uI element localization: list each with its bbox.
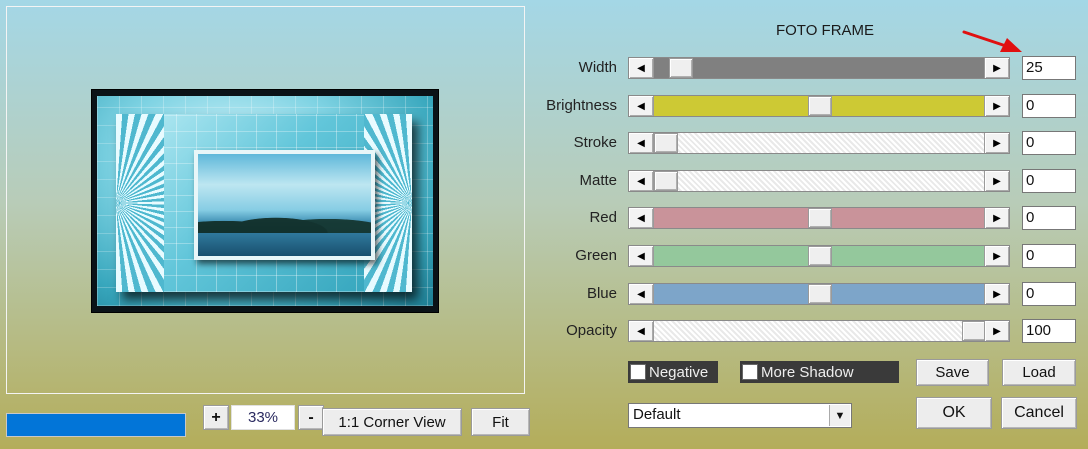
width-value-input[interactable]: 25 — [1022, 56, 1076, 80]
preset-selected-value: Default — [633, 406, 681, 423]
arrow-left-icon[interactable]: ◀ — [629, 246, 654, 266]
green-label: Green — [575, 247, 617, 264]
green-slider[interactable]: ◀ ▶ — [628, 245, 1010, 267]
arrow-left-icon[interactable]: ◀ — [629, 96, 654, 116]
more-shadow-label: More Shadow — [761, 363, 854, 381]
stroke-slider-thumb[interactable] — [654, 133, 678, 153]
red-slider-thumb[interactable] — [808, 208, 832, 228]
checkbox-box[interactable] — [742, 364, 758, 380]
stroke-value-input[interactable]: 0 — [1022, 131, 1076, 155]
zoom-out-button[interactable]: - — [298, 405, 324, 430]
cancel-button[interactable]: Cancel — [1001, 397, 1077, 429]
ok-button[interactable]: OK — [916, 397, 992, 429]
chevron-down-icon[interactable]: ▼ — [829, 405, 850, 426]
red-slider-track[interactable] — [654, 208, 984, 228]
blue-label: Blue — [586, 285, 617, 302]
width-slider-track[interactable] — [654, 58, 984, 78]
zoom-in-button[interactable]: + — [203, 405, 229, 430]
stroke-slider[interactable]: ◀ ▶ — [628, 132, 1010, 154]
matte-slider-track[interactable] — [654, 171, 984, 191]
blue-slider-thumb[interactable] — [808, 284, 832, 304]
brightness-slider[interactable]: ◀ ▶ — [628, 95, 1010, 117]
arrow-left-icon[interactable]: ◀ — [629, 58, 654, 78]
green-slider-thumb[interactable] — [808, 246, 832, 266]
width-slider-thumb[interactable] — [669, 58, 693, 78]
progress-bar — [6, 413, 186, 437]
stroke-slider-track[interactable] — [654, 133, 984, 153]
arrow-left-icon[interactable]: ◀ — [629, 284, 654, 304]
brightness-slider-track[interactable] — [654, 96, 984, 116]
matte-slider[interactable]: ◀ ▶ — [628, 170, 1010, 192]
opacity-value-input[interactable]: 100 — [1022, 319, 1076, 343]
opacity-slider-track[interactable] — [654, 321, 986, 341]
blue-slider[interactable]: ◀ ▶ — [628, 283, 1010, 305]
blue-value-input[interactable]: 0 — [1022, 282, 1076, 306]
arrow-left-icon[interactable]: ◀ — [629, 208, 654, 228]
width-slider[interactable]: ◀ ▶ — [628, 57, 1010, 79]
load-button[interactable]: Load — [1002, 359, 1076, 386]
negative-checkbox[interactable]: Negative — [628, 361, 718, 383]
negative-label: Negative — [649, 363, 709, 381]
opacity-slider-thumb[interactable] — [962, 321, 986, 341]
preview-photo-treeline — [198, 205, 371, 233]
dialog-title: FOTO FRAME — [775, 22, 875, 39]
matte-value-input[interactable]: 0 — [1022, 169, 1076, 193]
blue-slider-track[interactable] — [654, 284, 984, 304]
arrow-left-icon[interactable]: ◀ — [629, 133, 654, 153]
zoom-level: 33% — [231, 405, 295, 430]
red-label: Red — [589, 209, 617, 226]
arrow-right-icon[interactable]: ▶ — [984, 246, 1009, 266]
save-button[interactable]: Save — [916, 359, 989, 386]
corner-view-button[interactable]: 1:1 Corner View — [322, 408, 462, 436]
checkbox-box[interactable] — [630, 364, 646, 380]
red-arrow-icon — [962, 30, 1022, 52]
arrow-right-icon[interactable]: ▶ — [984, 208, 1009, 228]
arrow-left-icon[interactable]: ◀ — [629, 171, 654, 191]
stroke-label: Stroke — [573, 134, 617, 151]
brightness-label: Brightness — [546, 97, 617, 114]
brightness-value-input[interactable]: 0 — [1022, 94, 1076, 118]
width-label: Width — [578, 59, 617, 76]
arrow-right-icon[interactable]: ▶ — [984, 133, 1009, 153]
red-slider[interactable]: ◀ ▶ — [628, 207, 1010, 229]
brightness-slider-thumb[interactable] — [808, 96, 832, 116]
fit-button[interactable]: Fit — [471, 408, 530, 436]
red-value-input[interactable]: 0 — [1022, 206, 1076, 230]
more-shadow-checkbox[interactable]: More Shadow — [740, 361, 899, 383]
green-value-input[interactable]: 0 — [1022, 244, 1076, 268]
arrow-right-icon[interactable]: ▶ — [984, 96, 1009, 116]
opacity-label: Opacity — [566, 322, 617, 339]
arrow-right-icon[interactable]: ▶ — [984, 284, 1009, 304]
arrow-right-icon[interactable]: ▶ — [984, 321, 1009, 341]
green-slider-track[interactable] — [654, 246, 984, 266]
arrow-left-icon[interactable]: ◀ — [629, 321, 654, 341]
preset-dropdown[interactable]: Default ▼ — [628, 403, 852, 428]
arrow-right-icon[interactable]: ▶ — [984, 171, 1009, 191]
matte-slider-thumb[interactable] — [654, 171, 678, 191]
matte-label: Matte — [579, 172, 617, 189]
preview-left-fan — [116, 114, 164, 292]
arrow-right-icon[interactable]: ▶ — [984, 58, 1009, 78]
opacity-slider[interactable]: ◀ ▶ — [628, 320, 1010, 342]
